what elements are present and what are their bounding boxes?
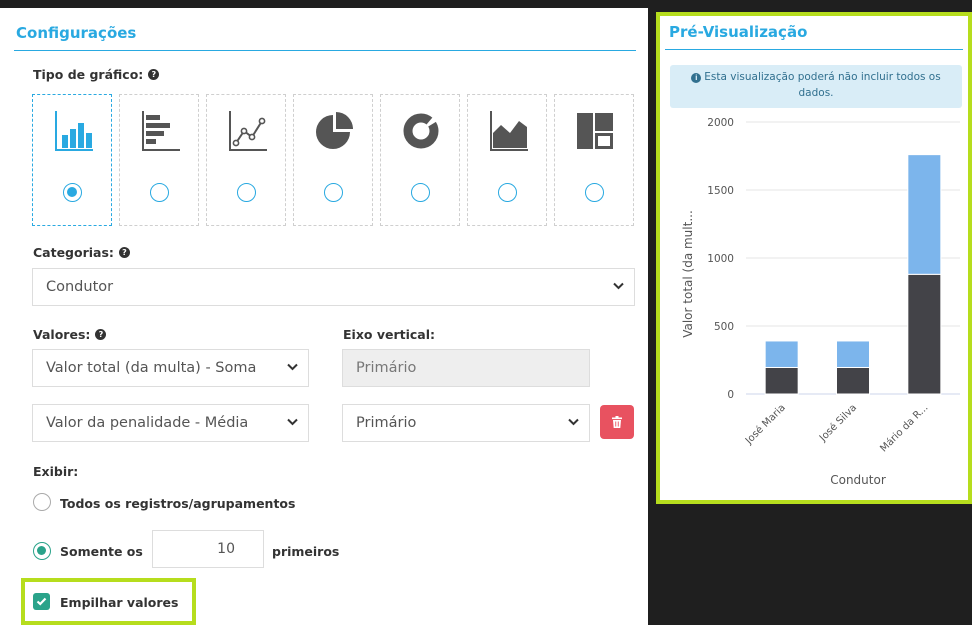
config-panel: Configurações Tipo de gráfico: ? Categor… [0, 8, 648, 625]
bar-segment [836, 340, 870, 368]
value-select-1-value: Valor total (da multa) - Soma [46, 360, 257, 376]
help-icon[interactable]: ? [118, 247, 130, 258]
stack-checkbox[interactable] [33, 593, 50, 610]
categories-label-text: Categorias: [33, 245, 114, 260]
chart-type-area-radio[interactable] [498, 183, 517, 202]
chart-type-line[interactable] [206, 94, 286, 226]
chart-type-pie[interactable] [293, 94, 373, 226]
remove-value-button[interactable] [600, 405, 634, 439]
checkmark-icon [36, 597, 47, 606]
chevron-down-icon [568, 418, 579, 426]
bar-segment [907, 154, 942, 275]
display-top-radio[interactable] [33, 542, 51, 560]
chart-type-pie-radio[interactable] [324, 183, 343, 202]
chevron-down-icon [287, 418, 298, 426]
chevron-down-icon [613, 282, 624, 290]
values-label: Valores: ? [33, 327, 107, 342]
y-tick-label: 0 [727, 389, 734, 401]
bar-chart-icon [55, 111, 93, 151]
axis-select-2-value: Primário [356, 415, 417, 431]
chevron-down-icon [287, 363, 298, 371]
top-count-input[interactable]: 10 [152, 530, 264, 568]
x-tick-label: José Maria [742, 402, 788, 448]
treemap-chart-icon [577, 113, 613, 149]
area-chart-icon [490, 111, 528, 151]
chart-type-horizontal-bar[interactable] [119, 94, 199, 226]
categories-select[interactable]: Condutor [32, 268, 635, 306]
bar-segment [907, 273, 942, 395]
x-tick-label: Mário da R... [878, 402, 931, 455]
axis-label: Eixo vertical: [343, 327, 436, 342]
chart-type-donut-radio[interactable] [411, 183, 430, 202]
trash-icon [612, 416, 622, 428]
help-icon[interactable]: ? [95, 329, 107, 340]
axis-select-1: Primário [342, 349, 590, 387]
y-tick-label: 1000 [707, 253, 734, 265]
display-top-suffix: primeiros [272, 544, 340, 559]
bar-segment [764, 366, 799, 395]
y-tick-label: 500 [714, 321, 734, 333]
bar-segment [836, 366, 870, 395]
bar-segment [764, 340, 799, 368]
y-tick-label: 1500 [707, 185, 734, 197]
pie-chart-icon [316, 112, 353, 149]
chart-type-horizontal-bar-radio[interactable] [150, 183, 169, 202]
donut-chart-icon [403, 113, 439, 149]
stack-label[interactable]: Empilhar valores [60, 595, 178, 610]
x-tick-label: José Silva [816, 402, 859, 445]
display-all-radio[interactable] [33, 493, 51, 511]
display-label: Exibir: [33, 464, 79, 479]
values-label-text: Valores: [33, 327, 91, 342]
line-chart-icon [229, 111, 267, 151]
value-select-1[interactable]: Valor total (da multa) - Soma [32, 349, 309, 387]
y-tick-label: 2000 [707, 117, 734, 129]
value-select-2-value: Valor da penalidade - Média [46, 415, 249, 431]
axis-select-1-value: Primário [356, 360, 417, 376]
categories-select-value: Condutor [46, 279, 114, 295]
x-axis-title: Condutor [830, 473, 886, 487]
chart-type-label-text: Tipo de gráfico: [33, 67, 144, 82]
categories-label: Categorias: ? [33, 245, 130, 260]
chart-type-area[interactable] [467, 94, 547, 226]
axis-select-2[interactable]: Primário [342, 404, 590, 442]
preview-bar-chart: 0 500 1000 1500 2000 José Maria José Silva Mári… [681, 117, 960, 487]
config-title-rule [14, 50, 636, 51]
chart-type-label: Tipo de gráfico: ? [33, 67, 160, 82]
display-top-prefix[interactable]: Somente os [60, 544, 143, 559]
preview-panel: Pré-Visualização i Esta visualização pode… [660, 16, 968, 500]
help-icon[interactable]: ? [148, 69, 160, 80]
y-axis-title: Valor total (da mult... [681, 210, 695, 338]
chart-type-line-radio[interactable] [237, 183, 256, 202]
value-select-2[interactable]: Valor da penalidade - Média [32, 404, 309, 442]
chart-type-bar-radio[interactable] [63, 183, 82, 202]
chart-type-bar[interactable] [32, 94, 112, 226]
horizontal-bar-chart-icon [142, 111, 180, 151]
display-all-label[interactable]: Todos os registros/agrupamentos [60, 496, 295, 511]
chart-type-treemap[interactable] [554, 94, 634, 226]
chart-type-donut[interactable] [380, 94, 460, 226]
config-title: Configurações [16, 24, 137, 42]
chart-type-treemap-radio[interactable] [585, 183, 604, 202]
